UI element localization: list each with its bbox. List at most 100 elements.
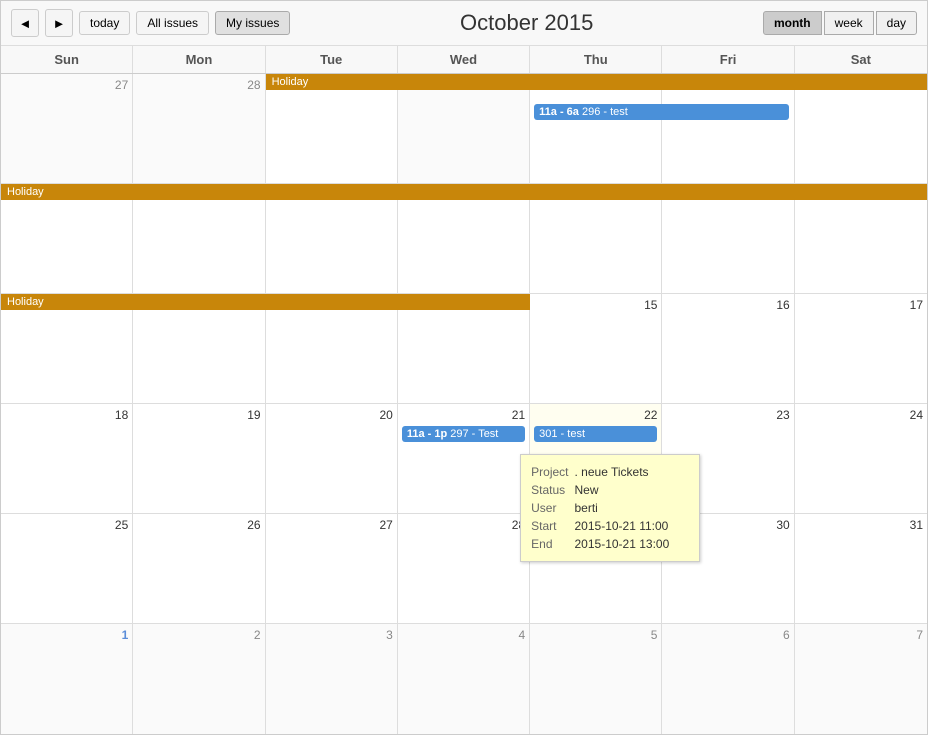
holiday-bar-week1: Holiday [266,74,927,90]
event-tooltip: Project . neue Tickets Status New User b… [520,454,700,562]
event-297[interactable]: 11a - 1p 297 - Test [402,426,525,442]
cal-cell-week3-thu[interactable]: 15 [530,294,662,403]
cell-num: 17 [799,298,923,312]
cal-cell-week5-tue[interactable]: 27 [266,514,398,623]
cell-num: 7 [799,628,923,642]
cell-num: 5 [534,628,657,642]
cal-cell-week2-fri[interactable]: 9 [662,184,794,293]
cal-cell-week1-thu[interactable]: 1 11a - 6a 296 - test [530,74,662,183]
week-row-1: Holiday 27 28 29 30 1 11a - 6a 296 - tes… [1,74,927,184]
tooltip-key: Project [531,463,574,481]
cell-num: 28 [402,518,525,532]
cal-cell-week4-sat[interactable]: 24 [795,404,927,513]
tooltip-value: 2015-10-21 11:00 [575,517,676,535]
cell-num: 24 [799,408,923,422]
header-left: ◄ ► today All issues My issues [11,9,290,37]
cell-num: 27 [270,518,393,532]
day-header-mon: Mon [133,46,265,73]
cal-cell-week6-mon[interactable]: 2 [133,624,265,734]
cal-cell-week1-fri[interactable]: 2 [662,74,794,183]
all-issues-button[interactable]: All issues [136,11,209,35]
cal-cell-week2-wed[interactable]: 7 [398,184,530,293]
view-switcher: month week day [763,11,917,35]
cal-cell-week6-thu[interactable]: 5 [530,624,662,734]
tooltip-key: Status [531,481,574,499]
cell-num: 21 [402,408,525,422]
week-row-6: 1 2 3 4 5 6 7 [1,624,927,734]
cal-cell-week3-tue[interactable]: 13 [266,294,398,403]
cell-num: 25 [5,518,128,532]
cal-cell-week2-mon[interactable]: 5 [133,184,265,293]
tooltip-row-end: End 2015-10-21 13:00 [531,535,675,553]
calendar-title: October 2015 [290,10,763,36]
day-header-sat: Sat [795,46,927,73]
cal-cell-week1-sat[interactable]: 3 [795,74,927,183]
week-view-button[interactable]: week [824,11,874,35]
cell-num: 31 [799,518,923,532]
cal-cell-week5-mon[interactable]: 26 [133,514,265,623]
cell-num: 26 [137,518,260,532]
cal-cell-week6-sat[interactable]: 7 [795,624,927,734]
cell-num: 3 [270,628,393,642]
cal-cell-week3-mon[interactable]: 12 [133,294,265,403]
cal-cell-week4-tue[interactable]: 20 [266,404,398,513]
cal-cell-week4-mon[interactable]: 19 [133,404,265,513]
cal-cell-week2-sun[interactable]: 4 [1,184,133,293]
cal-cell-week2-tue[interactable]: 6 [266,184,398,293]
cal-cell-week2-sat[interactable]: 10 [795,184,927,293]
cal-cell-week1-tue[interactable]: 29 [266,74,398,183]
holiday-bar-week2: Holiday [1,184,927,200]
cal-cell-week3-fri[interactable]: 16 [662,294,794,403]
cal-cell-week4-sun[interactable]: 18 [1,404,133,513]
cal-cell-week4-thu[interactable]: 22 301 - test Project . neue Tickets Sta… [530,404,662,513]
my-issues-button[interactable]: My issues [215,11,290,35]
cell-num: 2 [137,628,260,642]
cell-num: 15 [534,298,657,312]
next-button[interactable]: ► [45,9,73,37]
cal-cell-week6-tue[interactable]: 3 [266,624,398,734]
cal-cell-week4-wed[interactable]: 21 11a - 1p 297 - Test [398,404,530,513]
cal-cell-week5-sun[interactable]: 25 [1,514,133,623]
today-button[interactable]: today [79,11,130,35]
cell-num: 19 [137,408,260,422]
cal-cell-week5-sat[interactable]: 31 [795,514,927,623]
day-header-thu: Thu [530,46,662,73]
cell-num: 27 [5,78,128,92]
event-301[interactable]: 301 - test [534,426,657,442]
cal-cell-week6-fri[interactable]: 6 [662,624,794,734]
cal-cell-week3-wed[interactable]: 14 [398,294,530,403]
tooltip-key: Start [531,517,574,535]
day-view-button[interactable]: day [876,11,917,35]
cell-num: 18 [5,408,128,422]
cal-cell-week6-wed[interactable]: 4 [398,624,530,734]
tooltip-table: Project . neue Tickets Status New User b… [531,463,675,553]
holiday-bar-week3: Holiday [1,294,530,310]
tooltip-value: New [575,481,676,499]
cal-cell-week1-wed[interactable]: 30 [398,74,530,183]
tooltip-row-status: Status New [531,481,675,499]
cell-num: 20 [270,408,393,422]
calendar-container: ◄ ► today All issues My issues October 2… [0,0,928,735]
week-row-5: 25 26 27 28 29 30 31 [1,514,927,624]
cal-cell-week3-sat[interactable]: 17 [795,294,927,403]
month-view-button[interactable]: month [763,11,822,35]
event-296[interactable]: 11a - 6a 296 - test [534,104,789,120]
day-header-fri: Fri [662,46,794,73]
tooltip-value: berti [575,499,676,517]
cell-num: 6 [666,628,789,642]
cal-cell-week6-sun[interactable]: 1 [1,624,133,734]
cell-num: 28 [137,78,260,92]
cal-cell-week5-wed[interactable]: 28 [398,514,530,623]
cal-cell-week3-sun[interactable]: 11 [1,294,133,403]
cal-cell-week2-thu[interactable]: 8 [530,184,662,293]
week-row-4: 18 19 20 21 11a - 1p 297 - Test 22 301 -… [1,404,927,514]
cell-num: 23 [666,408,789,422]
cal-cell-week1-sun[interactable]: 27 [1,74,133,183]
cell-num: 22 [534,408,657,422]
tooltip-key: User [531,499,574,517]
prev-button[interactable]: ◄ [11,9,39,37]
cal-cell-week1-mon[interactable]: 28 [133,74,265,183]
tooltip-key: End [531,535,574,553]
cell-num: 1 [5,628,128,642]
tooltip-row-start: Start 2015-10-21 11:00 [531,517,675,535]
